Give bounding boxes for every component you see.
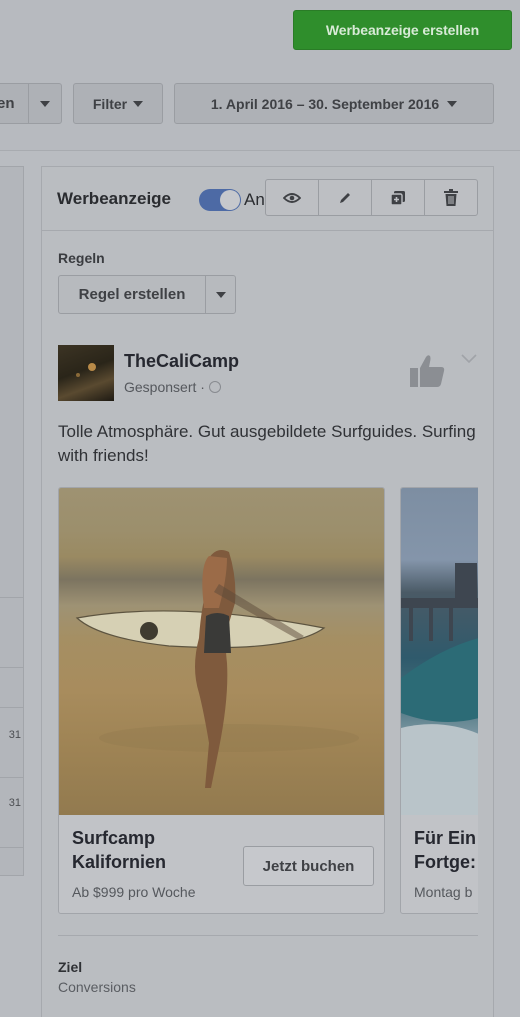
like-icon[interactable]	[410, 354, 446, 388]
card-subtitle: Montag b	[414, 884, 473, 900]
carousel-card[interactable]: Surfcamp Kalifornien Ab $999 pro Woche J…	[58, 487, 385, 914]
card-title[interactable]: Für Ein Fortge:	[414, 826, 476, 874]
card-title-line: Kalifornien	[72, 852, 167, 872]
trash-icon	[444, 189, 458, 206]
create-rule-split-button: Regel erstellen	[58, 275, 236, 314]
card-subtitle: Ab $999 pro Woche	[72, 884, 196, 900]
create-rule-dropdown[interactable]	[206, 276, 235, 313]
pencil-icon	[340, 192, 350, 203]
filter-label: Filter	[92, 95, 128, 112]
top-bar: Werbeanzeige erstellen en Filter 1. Apri…	[0, 0, 520, 150]
globe-icon	[208, 381, 221, 393]
create-rule-button[interactable]: Regel erstellen	[59, 276, 206, 313]
page-name[interactable]: TheCaliCamp	[124, 351, 239, 372]
caret-down-icon	[133, 100, 144, 107]
panel-header: Werbeanzeige An	[42, 167, 493, 231]
book-now-button[interactable]: Jetzt buchen	[243, 846, 374, 886]
create-ad-button[interactable]: Werbeanzeige erstellen	[293, 10, 512, 50]
view-dropdown[interactable]: en	[0, 83, 62, 124]
sponsored-label: Gesponsert ·	[124, 379, 221, 395]
date-range-label: 1. April 2016 – 30. September 2016	[210, 95, 440, 112]
carousel-card[interactable]: Für Ein Fortge: Montag b	[400, 487, 478, 914]
edit-button[interactable]	[319, 180, 372, 215]
delete-button[interactable]	[425, 180, 477, 215]
duplicate-icon	[390, 190, 405, 206]
date-range-picker[interactable]: 1. April 2016 – 30. September 2016	[174, 83, 494, 124]
page-avatar[interactable]	[58, 345, 114, 401]
table-cell-value: 31	[8, 729, 21, 741]
card-image[interactable]	[59, 488, 384, 815]
card-title-line: Für Ein	[414, 828, 476, 848]
ad-status-toggle[interactable]	[199, 189, 241, 211]
pier-illustration	[401, 563, 478, 815]
chevron-down-icon[interactable]	[460, 353, 478, 365]
caret-down-icon	[447, 100, 458, 107]
toggle-label: An	[244, 190, 265, 209]
card-image[interactable]	[401, 488, 478, 815]
carousel: Surfcamp Kalifornien Ab $999 pro Woche J…	[58, 487, 478, 917]
duplicate-button[interactable]	[372, 180, 425, 215]
header-divider	[0, 150, 520, 151]
ad-actions	[265, 179, 478, 216]
toolbar: en Filter 1. April 2016 – 30. September …	[0, 83, 520, 125]
post-text: Tolle Atmosphäre. Gut ausgebildete Surfg…	[58, 422, 476, 465]
preview-button[interactable]	[266, 180, 319, 215]
goal-label: Ziel	[58, 959, 83, 975]
goal-value: Conversions	[58, 979, 136, 995]
card-title[interactable]: Surfcamp Kalifornien	[72, 826, 166, 874]
caret-down-icon	[40, 100, 50, 107]
view-dropdown-label: en	[0, 95, 15, 112]
eye-icon	[283, 192, 301, 203]
table-panel-edge: 31 31	[0, 166, 24, 876]
card-title-line: Surfcamp	[72, 828, 156, 848]
caret-down-icon	[215, 291, 226, 298]
surfer-illustration	[75, 550, 359, 788]
rules-label: Regeln	[58, 250, 105, 266]
filter-button[interactable]: Filter	[73, 83, 163, 124]
panel-title: Werbeanzeige	[57, 189, 172, 208]
section-divider	[58, 935, 478, 936]
card-title-line: Fortge:	[414, 852, 476, 872]
ad-preview-panel: Werbeanzeige An Regeln Regel erstellen T…	[41, 166, 494, 1017]
table-cell-value: 31	[8, 797, 21, 809]
view-dropdown-toggle[interactable]	[28, 84, 61, 123]
sponsored-text: Gesponsert ·	[124, 379, 205, 395]
